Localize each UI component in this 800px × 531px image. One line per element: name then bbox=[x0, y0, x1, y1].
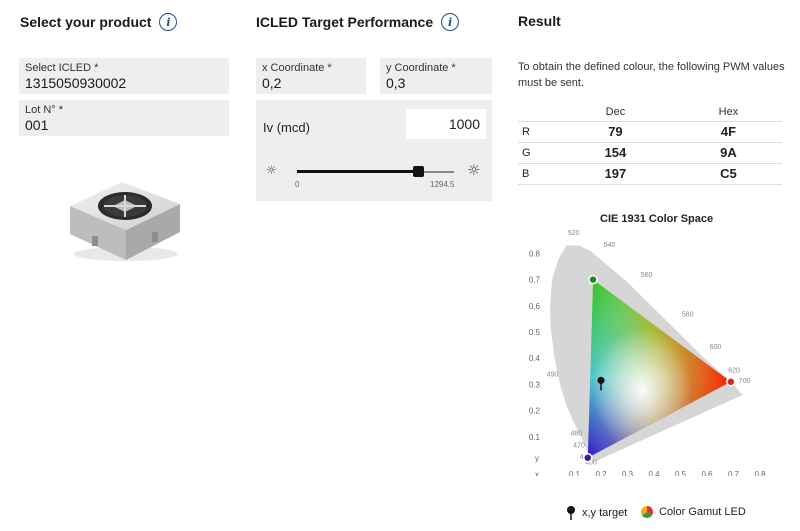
lot-value[interactable]: 001 bbox=[25, 116, 223, 134]
iv-input[interactable] bbox=[406, 109, 486, 139]
y-coordinate-label: y Coordinate * bbox=[386, 62, 456, 74]
x-tick-label: 0.4 bbox=[648, 470, 660, 476]
y-tick-label: 0.4 bbox=[529, 354, 541, 363]
color-wheel-icon bbox=[641, 506, 653, 518]
slider-min-label: 0 bbox=[295, 180, 300, 189]
icled-value[interactable]: 1315050930002 bbox=[25, 74, 223, 92]
icled-field[interactable]: Select ICLED * 1315050930002 bbox=[19, 58, 229, 94]
info-icon[interactable]: i bbox=[441, 13, 460, 31]
wavelength-label: 560 bbox=[641, 272, 653, 279]
gamut-red-point bbox=[726, 377, 736, 387]
x-tick-label: 0.7 bbox=[728, 470, 740, 476]
wavelength-label: 520 bbox=[568, 230, 580, 237]
pwm-table: Dec Hex R 79 4F G 154 9A B 197 C5 bbox=[518, 104, 782, 185]
table-row: B 197 C5 bbox=[518, 162, 782, 185]
table-row: G 154 9A bbox=[518, 141, 782, 163]
iv-label: Iv (mcd) bbox=[263, 120, 310, 135]
result-title: Result bbox=[518, 13, 561, 29]
x-tick-label: 0.5 bbox=[675, 470, 687, 476]
y-axis-label: y bbox=[535, 454, 539, 463]
info-icon[interactable]: i bbox=[159, 13, 178, 31]
wavelength-label: 490 bbox=[547, 372, 559, 379]
y-tick-label: 0.7 bbox=[529, 276, 541, 285]
slider-thumb[interactable] bbox=[413, 166, 425, 177]
pwm-dec: 154 bbox=[556, 141, 675, 163]
y-coordinate-value[interactable]: 0,3 bbox=[386, 74, 486, 92]
gamut-blue-point bbox=[583, 453, 593, 463]
led-product-image bbox=[70, 182, 180, 261]
wavelength-label: 480 bbox=[571, 430, 583, 437]
slider-max-label: 1294.5 bbox=[430, 180, 455, 189]
pwm-channel: B bbox=[518, 162, 556, 185]
x-tick-label: 0.1 bbox=[569, 470, 581, 476]
x-coordinate-label: x Coordinate * bbox=[262, 62, 332, 74]
product-title: Select your product i bbox=[20, 13, 178, 31]
cie-diagram: 0.1 0.2 0.3 0.4 0.5 0.6 0.7 0.8 0.1 0.2 0.3 0.4 0.5 0… bbox=[529, 230, 766, 476]
target-title: ICLED Target Performance i bbox=[256, 13, 460, 31]
legend-gamut: Color Gamut LED bbox=[641, 506, 746, 518]
pwm-header-hex: Hex bbox=[718, 106, 739, 119]
x-tick-label: 0.3 bbox=[622, 470, 634, 476]
y-tick-label: 0.1 bbox=[529, 433, 541, 442]
lot-label: Lot N° * bbox=[25, 104, 64, 116]
wavelength-label: 540 bbox=[604, 242, 616, 249]
pwm-channel: R bbox=[518, 120, 556, 142]
brightness-low-icon: ☼ bbox=[266, 163, 277, 177]
brightness-high-icon: ☼ bbox=[467, 161, 481, 179]
x-coordinate-field[interactable]: x Coordinate * 0,2 bbox=[256, 58, 366, 94]
wavelength-label: 700 bbox=[739, 378, 751, 385]
pwm-header-dec: Dec bbox=[605, 106, 626, 119]
result-description: To obtain the defined colour, the follow… bbox=[518, 61, 785, 89]
legend-target: x,y target bbox=[566, 506, 627, 520]
result-title-text: Result bbox=[518, 13, 561, 29]
wavelength-label: 600 bbox=[710, 344, 722, 351]
x-axis-label: x bbox=[535, 470, 539, 476]
y-tick-label: 0.6 bbox=[529, 302, 541, 311]
pin-icon bbox=[567, 506, 575, 520]
pwm-channel: G bbox=[518, 141, 556, 163]
pwm-header-channel bbox=[518, 104, 556, 121]
y-coordinate-field[interactable]: y Coordinate * 0,3 bbox=[380, 58, 492, 94]
table-row: R 79 4F bbox=[518, 120, 782, 142]
target-pin[interactable] bbox=[597, 376, 605, 384]
x-tick-label: 0.6 bbox=[701, 470, 713, 476]
slider-fill bbox=[297, 170, 419, 173]
wavelength-label: 470 bbox=[573, 442, 585, 449]
y-tick-label: 0.8 bbox=[529, 249, 541, 258]
pwm-hex: 9A bbox=[674, 141, 782, 163]
pwm-dec: 79 bbox=[556, 120, 675, 142]
pwm-dec: 197 bbox=[556, 162, 675, 185]
pwm-hex: 4F bbox=[674, 120, 782, 142]
wavelength-label: 620 bbox=[728, 368, 740, 375]
wavelength-label: 580 bbox=[682, 311, 694, 318]
product-title-text: Select your product bbox=[20, 14, 152, 30]
target-title-text: ICLED Target Performance bbox=[256, 14, 434, 30]
legend-target-label: x,y target bbox=[582, 507, 628, 519]
cie-title: CIE 1931 Color Space bbox=[600, 213, 714, 225]
gamut-green-point bbox=[588, 274, 598, 285]
x-tick-label: 0.8 bbox=[754, 470, 766, 476]
legend-gamut-label: Color Gamut LED bbox=[659, 506, 746, 518]
y-tick-label: 0.2 bbox=[529, 407, 541, 416]
y-tick-label: 0.3 bbox=[529, 380, 541, 389]
y-tick-label: 0.5 bbox=[529, 328, 541, 337]
lot-field[interactable]: Lot N° * 001 bbox=[19, 100, 229, 136]
x-tick-label: 0.2 bbox=[595, 470, 607, 476]
x-coordinate-value[interactable]: 0,2 bbox=[262, 74, 360, 92]
pwm-hex: C5 bbox=[674, 162, 782, 185]
icled-label: Select ICLED * bbox=[25, 62, 99, 74]
